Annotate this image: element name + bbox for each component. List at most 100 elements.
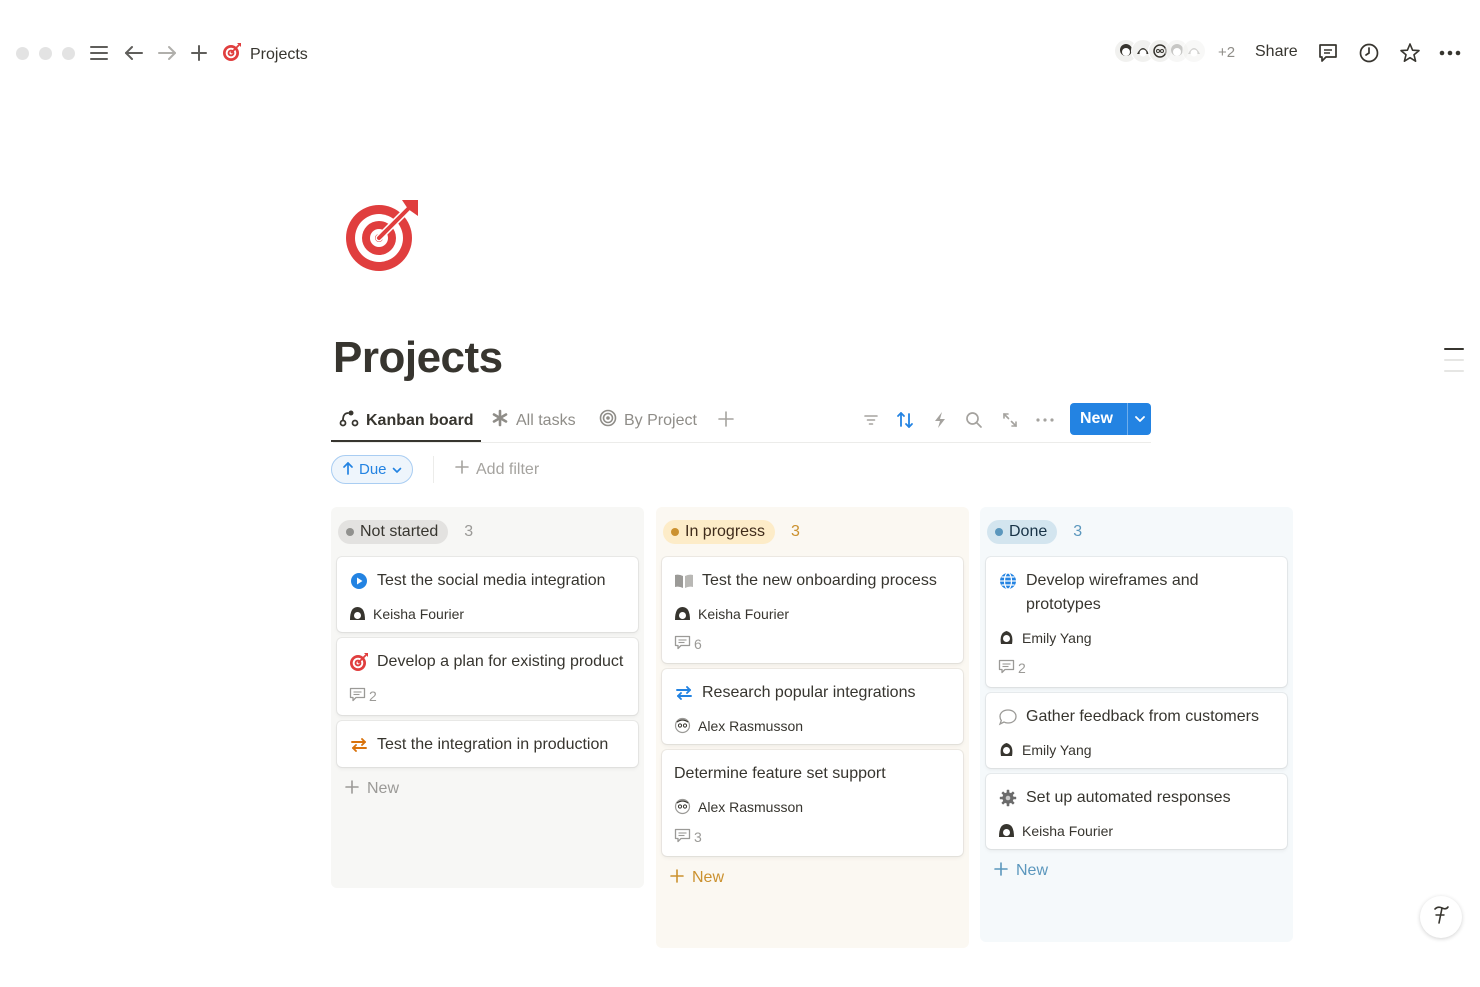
more-options-icon[interactable] [1438,41,1462,65]
status-badge: Not started [338,520,449,544]
card-title: Develop wireframes and prototypes [1026,572,1199,613]
new-page-plus-icon[interactable] [188,42,210,64]
add-filter-label: Add filter [476,460,540,478]
gear-icon [998,786,1018,810]
avatar [998,741,1015,758]
comment-icon [349,687,366,705]
collaborator-avatars[interactable] [1114,39,1206,65]
board-column-in-progress: In progress 3 Test the new onboarding pr… [656,507,969,948]
chevron-down-icon[interactable] [1128,415,1151,423]
target-outline-icon [599,409,617,432]
avatar [998,822,1015,839]
avatar [1182,39,1206,63]
speech-bubble-icon [998,705,1018,729]
book-icon [674,569,694,593]
active-tab-underline [331,440,481,442]
automation-lightning-icon[interactable] [931,411,949,429]
column-count: 3 [791,523,800,540]
sort-icon[interactable] [895,411,915,429]
tab-by-project[interactable]: By Project [599,409,697,432]
assignee: Emily Yang [998,741,1275,758]
sort-due-pill[interactable]: Due [331,455,413,484]
card-title: Test the new onboarding process [702,572,937,589]
board-card[interactable]: Develop a plan for existing product 2 [337,638,638,715]
chevron-down-icon [392,461,402,478]
window-close-dot[interactable] [16,47,29,60]
column-header[interactable]: Done 3 [986,513,1287,551]
divider [433,456,434,483]
comment-count: 6 [674,635,951,653]
assignee: Keisha Fourier [349,605,626,622]
page-title[interactable]: Projects [333,333,503,383]
filter-icon[interactable] [861,411,881,429]
tab-kanban-board[interactable]: Kanban board [339,409,474,432]
assignee: Emily Yang [998,629,1275,646]
assignee: Keisha Fourier [674,605,951,622]
card-title: Develop a plan for existing product [377,653,624,670]
tab-label: All tasks [516,411,576,429]
kanban-icon [339,409,359,432]
add-filter-button[interactable]: Add filter [455,460,539,479]
board-column-not-started: Not started 3 Test the social media inte… [331,507,644,888]
search-icon[interactable] [965,411,983,429]
tab-all-tasks[interactable]: All tasks [491,409,576,432]
avatar [674,717,691,734]
column-header[interactable]: In progress 3 [662,513,963,551]
comment-icon[interactable] [1316,41,1340,65]
comment-icon [674,635,691,653]
board-card[interactable]: Test the social media integration Keisha… [337,557,638,632]
avatar [998,629,1015,646]
forward-arrow-icon[interactable] [156,42,178,64]
globe-icon [998,569,1018,593]
extra-collaborators-count[interactable]: +2 [1218,44,1235,61]
plus-icon [670,868,684,888]
board-card[interactable]: Test the new onboarding process Keisha F… [662,557,963,663]
arrows-swap-icon [674,681,694,705]
expand-icon[interactable] [1001,411,1019,429]
comment-count: 2 [998,659,1275,677]
column-new-button[interactable]: New [337,767,638,811]
board-card[interactable]: Set up automated responses Keisha Fourie… [986,774,1287,849]
window-zoom-dot[interactable] [62,47,75,60]
card-title: Test the social media integration [377,572,606,589]
avatar [674,605,691,622]
share-button[interactable]: Share [1255,43,1298,61]
board-card[interactable]: Test the integration in production [337,721,638,767]
board-card[interactable]: Develop wireframes and prototypes Emily … [986,557,1287,687]
plus-icon [994,861,1008,881]
assignee: Alex Rasmusson [674,798,951,815]
board-column-done: Done 3 Develop wireframes and prototypes… [980,507,1293,942]
table-of-contents-indicator[interactable] [1444,348,1464,381]
card-title: Set up automated responses [1026,789,1231,806]
tab-label: By Project [624,411,697,429]
board-card[interactable]: Research popular integrations Alex Rasmu… [662,669,963,744]
help-button[interactable] [1420,896,1462,938]
sort-due-label: Due [359,461,387,478]
target-icon [349,650,369,674]
favorite-star-icon[interactable] [1398,41,1422,65]
target-icon [222,42,242,67]
board-card[interactable]: Determine feature set support Alex Rasmu… [662,750,963,856]
view-tabs: Kanban board All tasks By Project New [331,403,1151,443]
help-icon [1430,903,1452,932]
column-header[interactable]: Not started 3 [337,513,638,551]
avatar [349,605,366,622]
arrow-up-icon [342,461,354,479]
board-card[interactable]: Gather feedback from customers Emily Yan… [986,693,1287,768]
page-target-icon[interactable] [342,196,422,276]
column-count: 3 [464,523,474,540]
back-arrow-icon[interactable] [123,42,145,64]
breadcrumb-label: Projects [250,45,308,63]
history-clock-icon[interactable] [1357,41,1381,65]
column-new-button[interactable]: New [662,856,963,900]
window-minimize-dot[interactable] [39,47,52,60]
card-title: Determine feature set support [674,765,886,782]
new-button[interactable]: New [1070,403,1151,435]
add-view-plus-icon[interactable] [717,410,735,428]
comment-icon [674,828,691,846]
sidebar-menu-icon[interactable] [88,42,110,64]
view-more-icon[interactable] [1035,411,1055,429]
column-new-button[interactable]: New [986,849,1287,893]
breadcrumb[interactable]: Projects [222,42,308,67]
assignee: Alex Rasmusson [674,717,951,734]
